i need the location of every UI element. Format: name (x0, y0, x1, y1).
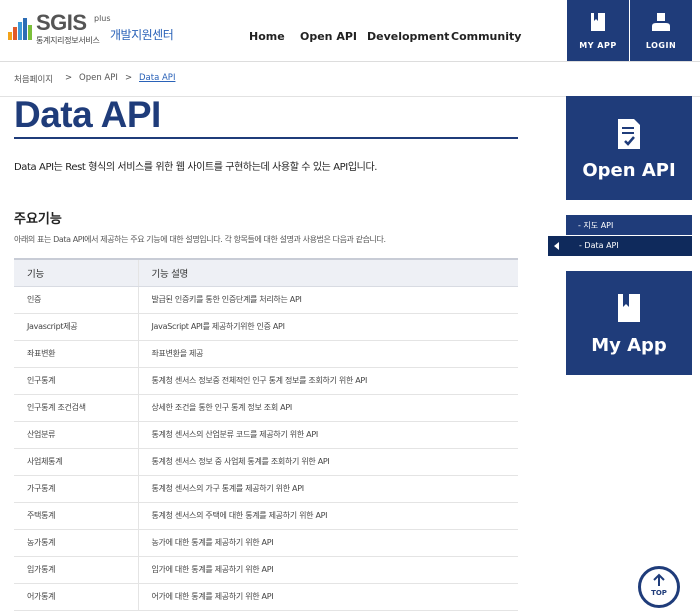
active-arrow-icon (554, 242, 559, 250)
table-row: 가구통계 통계청 센서스의 가구 통계를 제공하기 위한 API (14, 475, 518, 503)
nav-community[interactable]: Community (451, 30, 521, 43)
feature-name-cell: 어가통계 (14, 583, 139, 611)
feature-description-cell: 농가에 대한 통계를 제공하기 위한 API (138, 529, 518, 557)
logo-plus-text: plus (94, 14, 111, 23)
feature-name-cell: 사업체통계 (14, 448, 139, 476)
logo-bars-icon (8, 18, 34, 40)
submenu-data-api-label: - Data API (579, 241, 619, 250)
scroll-top-button[interactable]: TOP (638, 566, 680, 608)
breadcrumb-separator: > (65, 73, 73, 83)
page-description: Data API는 Rest 형식의 서비스를 위한 웹 사이트를 구현하는데 … (14, 162, 378, 173)
feature-description-cell: 어가에 대한 통계를 제공하기 위한 API (138, 583, 518, 611)
nav-open-api[interactable]: Open API (300, 30, 357, 43)
my-app-button[interactable]: MY APP (567, 0, 629, 61)
feature-name-cell: 좌표변환 (14, 340, 139, 368)
section-description: 아래의 표는 Data API에서 제공하는 주요 기능에 대한 설명입니다. … (14, 235, 386, 244)
sgis-logo[interactable]: SGIS plus 통계지리정보서비스 개발지원센터 (8, 10, 188, 50)
feature-description-cell: JavaScript API를 제공하기위한 인증 API (138, 313, 518, 341)
table-row: 인구통계 통계청 센서스 정보중 전체적인 인구 통계 정보를 조회하기 위한 A… (14, 367, 518, 395)
feature-description-cell: 통계청 센서스 정보 중 사업체 통계를 조회하기 위한 API (138, 448, 518, 476)
breadcrumb-home[interactable]: 처음페이지 (14, 73, 53, 85)
table-row: 인증 발급된 인증키를 통한 인증단계를 처리하는 API (14, 286, 518, 314)
table-row: 임가통계 임가에 대한 통계를 제공하기 위한 API (14, 556, 518, 584)
breadcrumb-open-api[interactable]: Open API (79, 73, 118, 83)
table-row: 좌표변환 좌표변환을 제공 (14, 340, 518, 368)
nav-home[interactable]: Home (249, 30, 285, 43)
my-app-label: MY APP (579, 41, 617, 50)
table-row: Javascript제공 JavaScript API를 제공하기위한 인증 AP… (14, 313, 518, 341)
feature-description-cell: 통계청 센서스의 산업분류 코드를 제공하기 위한 API (138, 421, 518, 449)
breadcrumb-current[interactable]: Data API (139, 73, 175, 83)
arrow-up-icon (653, 573, 665, 586)
scroll-top-label: TOP (651, 589, 667, 597)
feature-name-cell: 인구통계 (14, 367, 139, 395)
open-api-panel-label: Open API (582, 160, 676, 181)
feature-description-cell: 통계청 센서스의 주택에 대한 통계를 제공하기 위한 API (138, 502, 518, 530)
nav-development[interactable]: Development (367, 30, 449, 43)
feature-name-cell: 인구통계 조건검색 (14, 394, 139, 422)
open-api-panel[interactable]: Open API (566, 96, 692, 200)
feature-description-cell: 발급된 인증키를 통한 인증단계를 처리하는 API (138, 286, 518, 314)
column-header-feature: 기능 (14, 258, 139, 287)
table-row: 주택통계 통계청 센서스의 주택에 대한 통계를 제공하기 위한 API (14, 502, 518, 530)
submenu-map-api[interactable]: - 지도 API (566, 215, 692, 235)
feature-name-cell: 임가통계 (14, 556, 139, 584)
feature-description-cell: 임가에 대한 통계를 제공하기 위한 API (138, 556, 518, 584)
submenu-map-api-label: - 지도 API (578, 221, 614, 230)
breadcrumb-separator: > (125, 73, 133, 83)
table-row: 인구통계 조건검색 상세한 조건을 통한 인구 통계 정보 조회 API (14, 394, 518, 422)
page-title: Data API (14, 94, 161, 135)
section-title: 주요기능 (14, 212, 62, 227)
logo-text: SGIS (36, 10, 87, 35)
user-icon (652, 13, 670, 31)
feature-description-cell: 좌표변환을 제공 (138, 340, 518, 368)
table-row: 산업분류 통계청 센서스의 산업분류 코드를 제공하기 위한 API (14, 421, 518, 449)
logo-center-title: 개발지원센터 (110, 28, 174, 42)
my-app-panel-label: My App (591, 335, 667, 356)
feature-name-cell: 가구통계 (14, 475, 139, 503)
login-label: LOGIN (645, 41, 677, 50)
submenu-data-api[interactable]: - Data API (548, 236, 692, 256)
my-app-panel[interactable]: My App (566, 271, 692, 375)
feature-description-cell: 상세한 조건을 통한 인구 통계 정보 조회 API (138, 394, 518, 422)
table-row: 어가통계 어가에 대한 통계를 제공하기 위한 API (14, 583, 518, 611)
table-row: 농가통계 농가에 대한 통계를 제공하기 위한 API (14, 529, 518, 557)
book-icon (591, 13, 605, 31)
feature-name-cell: 인증 (14, 286, 139, 314)
table-header-row: 기능 기능 설명 (14, 258, 518, 287)
document-check-icon (618, 119, 640, 149)
feature-name-cell: 농가통계 (14, 529, 139, 557)
feature-name-cell: 산업분류 (14, 421, 139, 449)
feature-name-cell: 주택통계 (14, 502, 139, 530)
table-row: 사업체통계 통계청 센서스 정보 중 사업체 통계를 조회하기 위한 API (14, 448, 518, 476)
feature-description-cell: 통계청 센서스의 가구 통계를 제공하기 위한 API (138, 475, 518, 503)
column-header-description: 기능 설명 (138, 258, 518, 287)
site-header: SGIS plus 통계지리정보서비스 개발지원센터 Home Open API… (0, 0, 700, 62)
book-icon (618, 294, 640, 322)
feature-name-cell: Javascript제공 (14, 313, 139, 341)
logo-subtitle: 통계지리정보서비스 (36, 36, 100, 45)
login-button[interactable]: LOGIN (630, 0, 692, 61)
feature-description-cell: 통계청 센서스 정보중 전체적인 인구 통계 정보를 조회하기 위한 API (138, 367, 518, 395)
feature-table: 기능 기능 설명 인증 발급된 인증키를 통한 인증단계를 처리하는 API Jav… (14, 258, 518, 611)
title-underline (14, 137, 518, 139)
